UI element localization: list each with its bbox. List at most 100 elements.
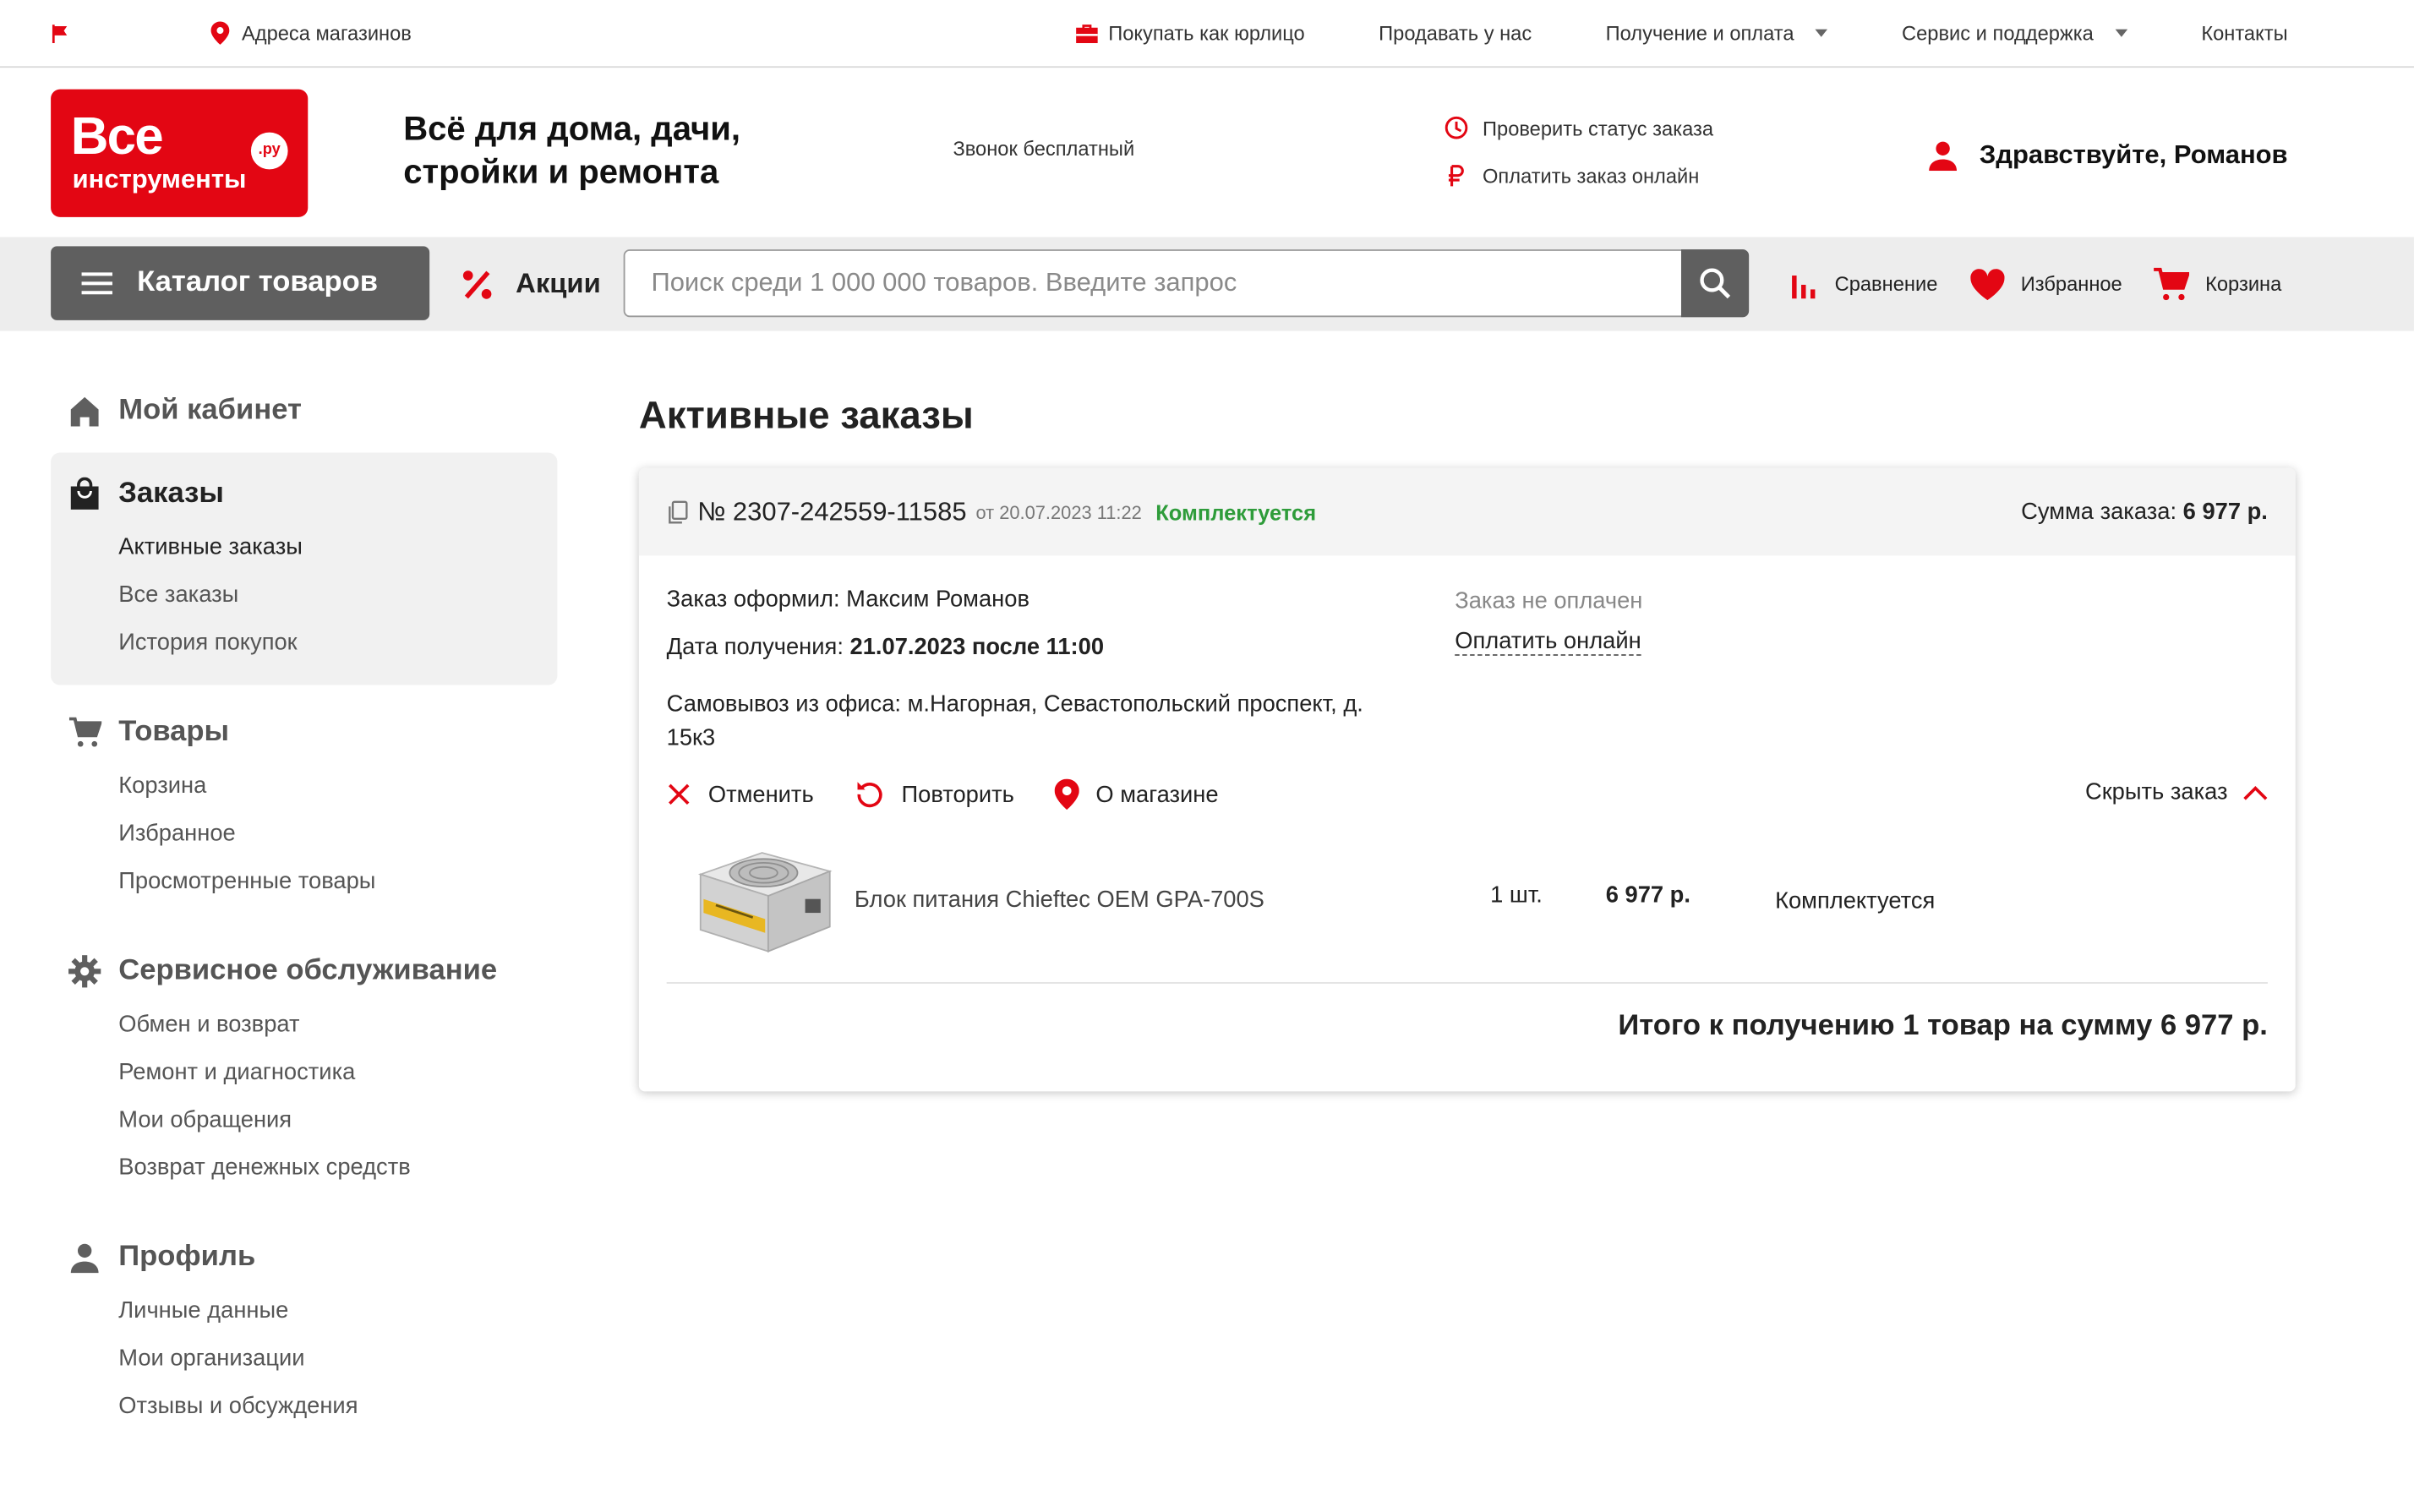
catalog-label: Каталог товаров [137,266,379,299]
cancel-order-label: Отменить [707,781,814,808]
goods-title[interactable]: Товары [51,703,557,761]
product-price: 6 977 р. [1605,882,1690,909]
search-input[interactable] [625,250,1668,316]
receive-date: Дата получения: 21.07.2023 после 11:00 [667,634,1104,660]
about-store-label: О магазине [1095,781,1219,808]
profile-title[interactable]: Профиль [51,1228,557,1286]
logo-line2: инструменты [72,164,247,194]
cabinet-link[interactable]: Мой кабинет [51,382,557,440]
order-total: Итого к получению 1 товар на сумму 6 977… [1618,1009,2268,1043]
order-date: от 20.07.2023 11:22 [975,500,1142,523]
cart-icon [2153,267,2190,301]
sidebar-item-viewed[interactable]: Просмотренные товары [51,858,557,905]
sidebar-item-reviews[interactable]: Отзывы и обсуждения [51,1383,557,1430]
status-badge: Комплектуется [1155,499,1317,525]
search-button[interactable] [1680,249,1750,318]
order-sum: Сумма заказа: 6 977 р. [2021,499,2268,525]
clock-icon [1444,116,1468,140]
hamburger-icon [81,271,116,296]
profile-section: Профиль Личные данные Мои организации От… [51,1228,557,1448]
search-box [623,249,1750,318]
slogan-line2: стройки и ремонта [403,152,719,191]
cart-link[interactable]: Корзина [2153,267,2281,301]
logo-line1: Все [70,107,164,166]
sidebar-item-exchange-return[interactable]: Обмен и возврат [51,1001,557,1048]
ruble-icon [1444,163,1468,188]
pay-order-online-link[interactable]: Оплатить заказ онлайн [1444,163,1713,188]
buy-as-company-link[interactable]: Покупать как юрлицо [1074,21,1305,45]
promo-link[interactable]: Акции [461,237,601,330]
cabinet-label: Мой кабинет [118,394,302,427]
contacts-link[interactable]: Контакты [2201,21,2287,44]
location-pin-icon [210,21,230,45]
store-addresses-label: Адреса магазинов [241,21,412,45]
pay-order-online-label: Оплатить заказ онлайн [1483,163,1700,188]
compare-link[interactable]: Сравнение [1789,270,1937,298]
contacts-label: Контакты [2201,21,2288,45]
promo-label: Акции [516,267,601,299]
pay-online-link[interactable]: Оплатить онлайн [1455,628,1641,656]
cart-label: Корзина [2205,272,2282,296]
cabinet-section: Мой кабинет [51,382,557,440]
receive-date-value: 21.07.2023 после 11:00 [849,634,1105,661]
slogan: Всё для дома, дачи, стройки и ремонта [403,107,740,194]
service-label: Сервисное обслуживание [118,954,498,987]
goods-section: Товары Корзина Избранное Просмотренные т… [51,703,557,923]
sell-with-us-link[interactable]: Продавать у нас [1379,21,1532,44]
sidebar-item-active-orders[interactable]: Активные заказы [51,523,557,570]
nav-bar: Каталог товаров Акции Сравнение [0,237,2414,331]
service-title[interactable]: Сервисное обслуживание [51,942,557,1001]
sidebar-item-cart[interactable]: Корзина [51,762,557,810]
sidebar-item-organizations[interactable]: Мои организации [51,1335,557,1382]
store-addresses-link[interactable]: Адреса магазинов [210,21,412,45]
order-sum-value: 6 977 р. [2182,499,2268,526]
sidebar-item-all-orders[interactable]: Все заказы [51,571,557,619]
catalog-button[interactable]: Каталог товаров [51,246,430,320]
order-card: № 2307-242559-11585 от 20.07.2023 11:22 … [638,467,2296,1092]
profile-label: Профиль [118,1241,256,1274]
service-support-menu[interactable]: Сервис и поддержка [1902,21,2127,45]
favorites-link[interactable]: Избранное [1969,267,2122,301]
service-section: Сервисное обслуживание Обмен и возврат Р… [51,942,557,1210]
flag-icon[interactable] [51,24,69,43]
nav-links: Сравнение Избранное Корзина [1758,237,2281,330]
favorites-label: Избранное [2020,272,2122,296]
compare-bars-icon [1789,270,1819,298]
product-image[interactable] [691,843,836,958]
product-name[interactable]: Блок питания Chieftec OEM GPA-700S [855,887,1264,913]
cancel-order-button[interactable]: Отменить [667,781,814,807]
check-order-status-link[interactable]: Проверить статус заказа [1444,116,1713,140]
sidebar-item-repair[interactable]: Ремонт и диагностика [51,1048,557,1095]
order-item: Блок питания Chieftec OEM GPA-700S 1 шт.… [691,843,2262,960]
delivery-payment-label: Получение и оплата [1605,21,1794,45]
order-sum-label: Сумма заказа: [2021,499,2177,526]
copy-icon[interactable] [667,499,688,524]
sidebar-item-personal-data[interactable]: Личные данные [51,1287,557,1335]
search-icon [1698,266,1732,300]
quick-links: Проверить статус заказа Оплатить заказ о… [1444,116,1713,211]
sidebar-item-favorites[interactable]: Избранное [51,810,557,857]
user-greeting[interactable]: Здравствуйте, Романов [1927,140,2288,172]
pickup-address-line2: 15к3 [666,724,716,751]
repeat-order-button[interactable]: Повторить [854,779,1014,810]
user-icon [1927,140,1958,172]
hide-order-button[interactable]: Скрыть заказ [2085,779,2268,805]
goods-label: Товары [118,715,230,749]
page-title: Активные заказы [638,394,974,438]
pickup-address: Самовывоз из офиса: м.Нагорная, Севастоп… [667,688,1363,756]
call-free-text: Звонок бесплатный [953,137,1135,161]
briefcase-icon [1074,22,1099,43]
site-header: Все инструменты .ру Всё для дома, дачи, … [0,68,2414,237]
buy-as-company-label: Покупать как юрлицо [1108,21,1305,45]
sidebar-item-refunds[interactable]: Возврат денежных средств [51,1144,557,1191]
hide-order-label: Скрыть заказ [2085,778,2228,805]
orders-label: Заказы [118,477,224,510]
payment-state: Заказ не оплачен [1455,587,1643,614]
logo[interactable]: Все инструменты .ру [51,89,309,217]
sidebar-item-purchase-history[interactable]: История покупок [51,619,557,666]
about-store-button[interactable]: О магазине [1054,778,1219,811]
sidebar-item-requests[interactable]: Мои обращения [51,1096,557,1144]
pickup-address-line1: Самовывоз из офиса: м.Нагорная, Севастоп… [666,690,1363,718]
orders-title[interactable]: Заказы [51,465,557,523]
delivery-payment-menu[interactable]: Получение и оплата [1605,21,1828,45]
